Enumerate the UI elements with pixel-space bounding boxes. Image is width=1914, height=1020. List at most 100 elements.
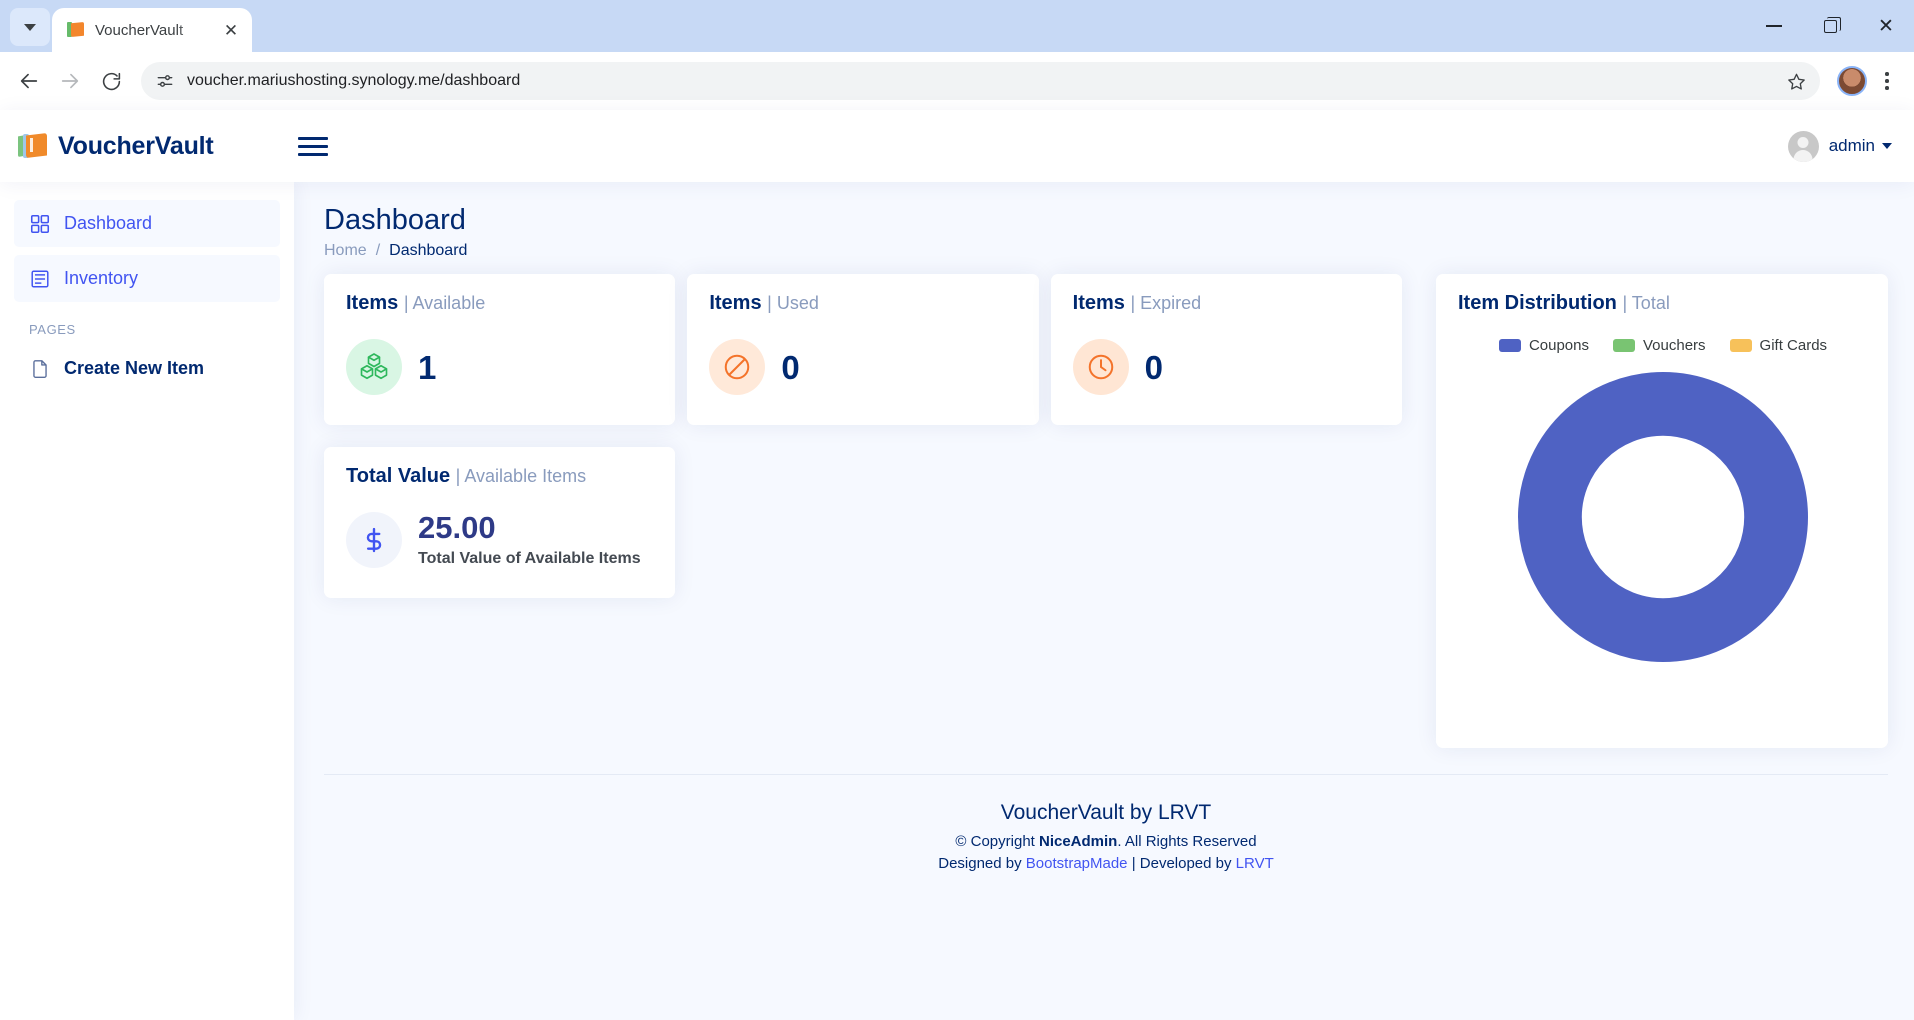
dollar-icon [346, 512, 402, 568]
breadcrumb-current: Dashboard [389, 242, 468, 259]
footer-copyright-strong: NiceAdmin [1039, 833, 1118, 850]
card-title-sub: | Available Items [455, 466, 587, 486]
browser-menu-button[interactable] [1870, 62, 1904, 100]
footer-pipe: | [1127, 855, 1140, 872]
chart-column: Item Distribution | Total Coupons Vouche… [1414, 274, 1888, 748]
card-body: 0 [709, 325, 1018, 409]
card-title-main: Item Distribution [1458, 292, 1617, 314]
card-title-sub: | Expired [1130, 293, 1202, 313]
window-close-button[interactable]: ✕ [1858, 0, 1914, 52]
stat-caption: Total Value of Available Items [418, 550, 641, 567]
breadcrumb-separator: / [375, 242, 381, 259]
app-header: VoucherVault admin [0, 110, 1914, 182]
card-title-sub: | Used [767, 293, 819, 313]
bootstrapmade-link[interactable]: BootstrapMade [1026, 855, 1128, 872]
app-footer: VoucherVault by LRVT © Copyright NiceAdm… [324, 774, 1888, 877]
voucher-logo-icon [18, 132, 48, 160]
card-title: Items | Available [346, 292, 655, 315]
sidebar-item-create-new-item[interactable]: Create New Item [14, 345, 280, 392]
page-title: Dashboard [324, 204, 466, 236]
chevron-down-icon [24, 23, 36, 31]
total-value-text: 25.00 Total Value of Available Items [418, 512, 641, 568]
sidebar-item-dashboard[interactable]: Dashboard [14, 200, 280, 247]
app-logo-text: VoucherVault [58, 131, 214, 160]
card-title-sub: | Available [403, 293, 486, 313]
main-content: Dashboard Home / Dashboard Items | Avail… [294, 182, 1914, 1020]
footer-developed-prefix: Developed by [1139, 855, 1236, 872]
forward-button[interactable] [51, 62, 89, 100]
card-title-main: Total Value [346, 465, 451, 487]
legend-item-coupons[interactable]: Coupons [1498, 337, 1589, 354]
user-menu[interactable]: admin [1787, 130, 1892, 162]
close-icon[interactable]: ✕ [220, 19, 242, 41]
stat-card-cell: Items | Expired 0 [1050, 274, 1414, 447]
footer-copyright-suffix: . All Rights Reserved [1117, 833, 1257, 850]
card-title-main: Items [709, 292, 762, 314]
browser-tab-title: VoucherVault [95, 21, 184, 39]
sidebar-toggle-button[interactable] [298, 131, 328, 161]
chevron-down-icon [1882, 143, 1892, 149]
legend-item-gift-cards[interactable]: Gift Cards [1729, 337, 1828, 354]
window-controls: ✕ [1746, 0, 1914, 52]
grid-icon [29, 213, 51, 235]
donut-chart[interactable] [1458, 364, 1868, 662]
lrvt-link[interactable]: LRVT [1236, 855, 1274, 872]
browser-toolbar: voucher.mariushosting.synology.me/dashbo… [0, 52, 1914, 110]
app-logo[interactable]: VoucherVault [18, 132, 294, 161]
card-body: 25.00 Total Value of Available Items [346, 498, 655, 582]
stat-card-cell: Items | Available 1 [324, 274, 687, 447]
back-button[interactable] [10, 62, 48, 100]
breadcrumb: Home / Dashboard [324, 242, 1888, 260]
legend-swatch [1612, 339, 1635, 352]
footer-copyright: © Copyright NiceAdmin. All Rights Reserv… [324, 833, 1888, 850]
legend-item-vouchers[interactable]: Vouchers [1612, 337, 1706, 354]
file-icon [29, 358, 51, 380]
boxes-icon [346, 339, 402, 395]
card-title: Items | Used [709, 292, 1018, 315]
card-title: Total Value | Available Items [346, 465, 655, 488]
avatar [1787, 130, 1819, 162]
page-title-block: Dashboard Home / Dashboard [324, 204, 1888, 260]
total-value-card-cell: Total Value | Available Items 25.00 Tota… [324, 447, 687, 620]
breadcrumb-home-link[interactable]: Home [324, 242, 367, 260]
sidebar-section-heading: PAGES [29, 322, 76, 337]
stat-value: 1 [418, 348, 437, 386]
sidebar-item-inventory[interactable]: Inventory [14, 255, 280, 302]
stat-value: 0 [1144, 348, 1164, 386]
address-bar[interactable]: voucher.mariushosting.synology.me/dashbo… [141, 62, 1820, 100]
site-settings-icon[interactable] [155, 71, 175, 91]
window-maximize-button[interactable] [1802, 0, 1858, 52]
card-body: 0 [1072, 325, 1382, 409]
browser-tab[interactable]: VoucherVault ✕ [52, 8, 252, 52]
tab-search-button[interactable] [10, 8, 50, 46]
window-minimize-button[interactable] [1746, 0, 1802, 52]
legend-label: Vouchers [1642, 337, 1706, 354]
application-viewport: VoucherVault admin Dashboard Inventory P… [0, 110, 1914, 1020]
legend-swatch [1498, 339, 1521, 352]
items-available-card: Items | Available 1 [324, 274, 676, 425]
address-bar-url[interactable]: voucher.mariushosting.synology.me/dashbo… [187, 72, 1768, 90]
card-title: Items | Expired [1073, 292, 1382, 315]
app-body: Dashboard Inventory PAGES Create New Ite… [0, 182, 1914, 1020]
sidebar-item-label: Inventory [64, 268, 139, 288]
footer-brand: VoucherVault by LRVT [1000, 801, 1212, 824]
list-icon [29, 268, 51, 290]
donut-chart-svg[interactable] [1518, 372, 1808, 662]
bookmark-star-icon[interactable] [1780, 65, 1812, 97]
card-title-main: Items [346, 292, 399, 314]
reload-button[interactable] [92, 62, 130, 100]
legend-label: Coupons [1528, 337, 1589, 354]
dashboard-grid: Items | Available 1 Items | Used 0 Items… [324, 274, 1888, 748]
footer-copyright-prefix: © Copyright [955, 833, 1039, 850]
stat-value: 25.00 [418, 510, 496, 545]
browser-tab-strip: VoucherVault ✕ ✕ [0, 0, 1914, 52]
card-title: Item Distribution | Total [1458, 292, 1868, 315]
browser-profile-avatar[interactable] [1837, 66, 1867, 96]
clock-icon [1072, 339, 1129, 395]
sidebar: Dashboard Inventory PAGES Create New Ite… [0, 182, 294, 1020]
card-title-main: Items [1072, 292, 1125, 314]
card-body: 1 [346, 325, 655, 409]
stat-value: 0 [781, 348, 800, 386]
user-menu-label: admin [1828, 136, 1875, 155]
legend-label: Gift Cards [1759, 337, 1828, 354]
